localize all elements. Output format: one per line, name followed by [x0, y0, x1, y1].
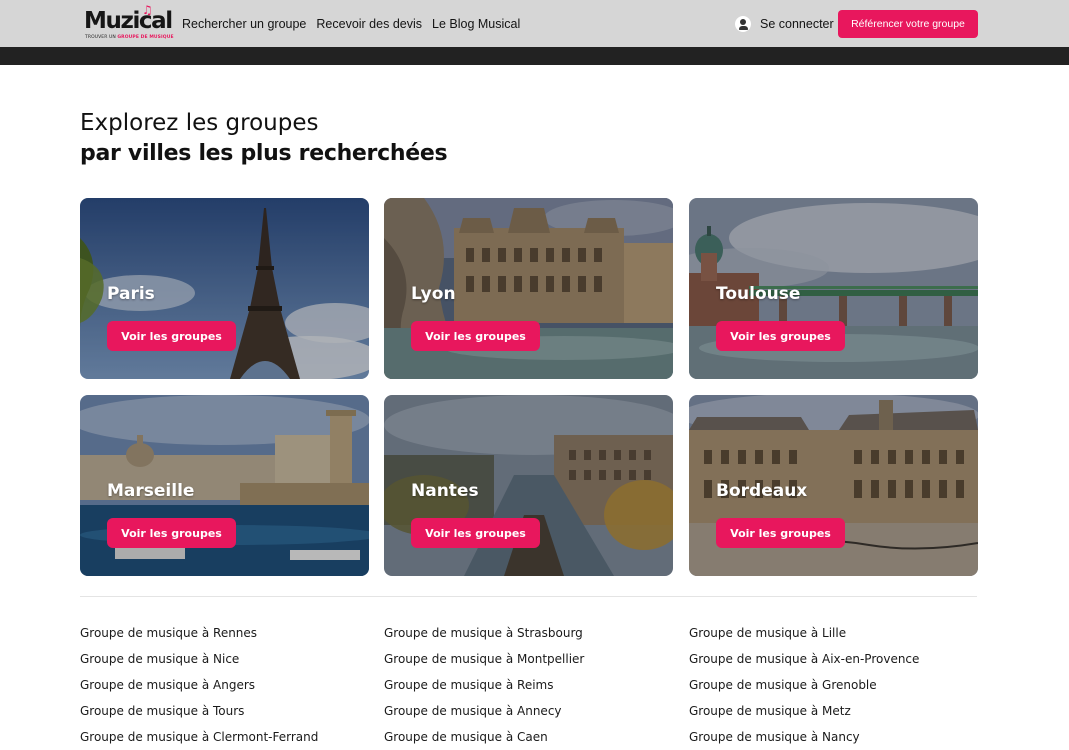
view-groups-button[interactable]: Voir les groupes [411, 518, 540, 548]
city-name: Paris [107, 284, 155, 304]
city-card-lyon[interactable]: Lyon Voir les groupes [384, 198, 673, 379]
city-link[interactable]: Groupe de musique à Caen [384, 728, 684, 750]
logo-tagline: TROUVER UN GROUPE DE MUSIQUE [85, 35, 174, 40]
city-name: Nantes [411, 481, 479, 501]
section-divider [80, 596, 977, 597]
city-card-bordeaux[interactable]: Bordeaux Voir les groupes [689, 395, 978, 576]
city-card-marseille[interactable]: Marseille Voir les groupes [80, 395, 369, 576]
main-nav: Rechercher un groupe Recevoir des devis … [182, 16, 520, 32]
city-link[interactable]: Groupe de musique à Metz [689, 702, 989, 728]
muzical-logo[interactable]: Muzical ♫ TROUVER UN GROUPE DE MUSIQUE [84, 3, 174, 44]
view-groups-button[interactable]: Voir les groupes [107, 321, 236, 351]
logo-wordmark: Muzical [84, 8, 173, 34]
city-link[interactable]: Groupe de musique à Rennes [80, 624, 380, 650]
section-title-line1: Explorez les groupes [80, 110, 319, 136]
nav-get-quotes[interactable]: Recevoir des devis [316, 16, 422, 32]
nav-search-group[interactable]: Rechercher un groupe [182, 16, 306, 32]
view-groups-button[interactable]: Voir les groupes [716, 321, 845, 351]
city-link[interactable]: Groupe de musique à Strasbourg [384, 624, 684, 650]
music-note-icon: ♫ [142, 3, 153, 17]
view-groups-button[interactable]: Voir les groupes [411, 321, 540, 351]
view-groups-button[interactable]: Voir les groupes [716, 518, 845, 548]
city-link[interactable]: Groupe de musique à Lille [689, 624, 989, 650]
city-link[interactable]: Groupe de musique à Angers [80, 676, 380, 702]
city-link[interactable]: Groupe de musique à Grenoble [689, 676, 989, 702]
view-groups-button[interactable]: Voir les groupes [107, 518, 236, 548]
city-card-nantes[interactable]: Nantes Voir les groupes [384, 395, 673, 576]
city-links-column-3: Groupe de musique à Lille Groupe de musi… [689, 624, 989, 750]
city-link[interactable]: Groupe de musique à Reims [384, 676, 684, 702]
city-name: Bordeaux [716, 481, 808, 501]
login-label: Se connecter [760, 17, 834, 31]
city-name: Toulouse [716, 284, 801, 304]
login-link[interactable]: Se connecter [735, 14, 834, 34]
city-link[interactable]: Groupe de musique à Annecy [384, 702, 684, 728]
city-links-column-1: Groupe de musique à Rennes Groupe de mus… [80, 624, 380, 750]
city-links-column-2: Groupe de musique à Strasbourg Groupe de… [384, 624, 684, 750]
list-your-group-button[interactable]: Référencer votre groupe [838, 10, 978, 38]
city-name: Lyon [411, 284, 456, 304]
city-link[interactable]: Groupe de musique à Clermont-Ferrand [80, 728, 380, 750]
nav-blog[interactable]: Le Blog Musical [432, 16, 520, 32]
city-link[interactable]: Groupe de musique à Nancy [689, 728, 989, 750]
city-link[interactable]: Groupe de musique à Tours [80, 702, 380, 728]
city-card-paris[interactable]: Paris Voir les groupes [80, 198, 369, 379]
header-dark-strip [0, 47, 1069, 65]
city-link[interactable]: Groupe de musique à Aix-en-Provence [689, 650, 989, 676]
city-card-toulouse[interactable]: Toulouse Voir les groupes [689, 198, 978, 379]
city-link[interactable]: Groupe de musique à Montpellier [384, 650, 684, 676]
city-name: Marseille [107, 481, 195, 501]
section-title-line2: par villes les plus recherchées [80, 141, 448, 166]
site-header: Muzical ♫ TROUVER UN GROUPE DE MUSIQUE R… [0, 0, 1069, 47]
user-icon [735, 16, 751, 32]
city-link[interactable]: Groupe de musique à Nice [80, 650, 380, 676]
